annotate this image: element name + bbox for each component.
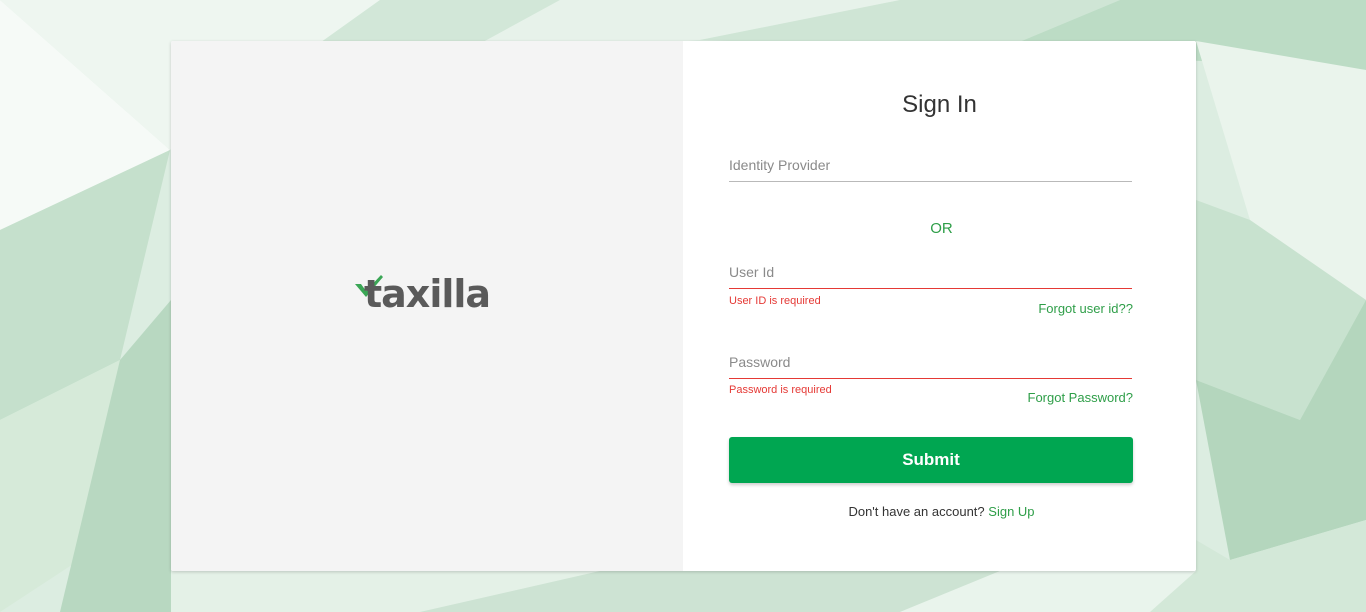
taxilla-logo: taxilla	[355, 271, 505, 321]
identity-provider-input[interactable]	[729, 151, 1132, 182]
user-id-error: User ID is required	[729, 295, 821, 307]
identity-provider-field	[729, 151, 1132, 182]
password-input[interactable]	[729, 348, 1132, 379]
forgot-user-id-link[interactable]: Forgot user id??	[1038, 301, 1133, 316]
user-id-field	[729, 258, 1132, 289]
brand-panel: taxilla	[171, 41, 683, 571]
password-field	[729, 348, 1132, 379]
signup-prompt-text: Don't have an account?	[848, 504, 985, 519]
signup-prompt: Don't have an account? Sign Up	[683, 504, 1196, 519]
logo-text: taxilla	[364, 272, 491, 316]
or-divider: OR	[930, 220, 953, 237]
forgot-password-link[interactable]: Forgot Password?	[1028, 390, 1134, 405]
submit-button[interactable]: Submit	[729, 437, 1133, 483]
signin-panel: Sign In OR User ID is required Forgot us…	[683, 41, 1196, 571]
login-card: taxilla Sign In OR User ID is required F…	[171, 41, 1196, 571]
user-id-input[interactable]	[729, 258, 1132, 289]
signup-link[interactable]: Sign Up	[988, 504, 1034, 519]
password-error: Password is required	[729, 384, 832, 396]
page-title: Sign In	[902, 91, 977, 118]
